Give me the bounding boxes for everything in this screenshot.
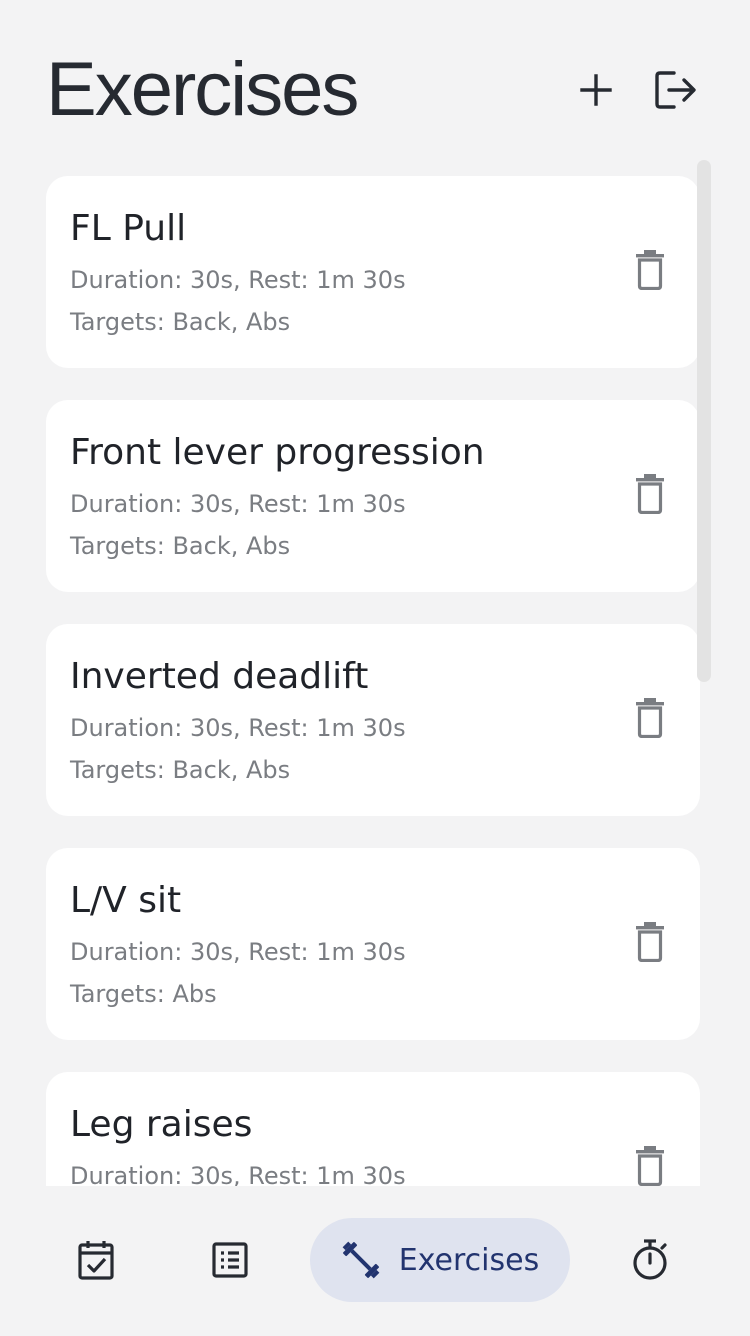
nav-schedule[interactable] [66,1218,126,1302]
exercise-card[interactable]: L/V sit Duration: 30s, Rest: 1m 30s Targ… [46,848,700,1040]
exercise-card[interactable]: Leg raises Duration: 30s, Rest: 1m 30s [46,1072,700,1186]
nav-timer[interactable] [620,1218,680,1302]
dumbbell-icon [342,1241,380,1279]
exercise-name: Front lever progression [70,432,485,473]
exercise-targets: Targets: Back, Abs [70,756,291,784]
exercise-card[interactable]: Inverted deadlift Duration: 30s, Rest: 1… [46,624,700,816]
timer-icon [633,1239,667,1280]
exercise-name: L/V sit [70,880,182,921]
exercise-targets: Targets: Back, Abs [70,532,291,560]
exercise-name: Inverted deadlift [70,656,369,697]
delete-exercise-button[interactable] [620,912,680,972]
exercise-name: Leg raises [70,1104,253,1145]
exercise-duration-rest: Duration: 30s, Rest: 1m 30s [70,490,406,518]
add-exercise-button[interactable] [568,62,624,118]
exercise-duration-rest: Duration: 30s, Rest: 1m 30s [70,1162,406,1186]
logout-button[interactable] [648,62,704,118]
delete-exercise-button[interactable] [620,464,680,524]
list-icon [212,1242,248,1278]
scrollbar[interactable] [697,160,711,682]
delete-exercise-button[interactable] [620,688,680,748]
exercise-list[interactable]: FL Pull Duration: 30s, Rest: 1m 30s Targ… [0,160,750,1186]
nav-plans[interactable] [200,1218,260,1302]
exercise-duration-rest: Duration: 30s, Rest: 1m 30s [70,714,406,742]
exercise-targets: Targets: Abs [70,980,217,1008]
bottom-navigation: Exercises [0,1186,750,1336]
trash-icon [636,250,664,290]
page-title: Exercises [46,47,359,132]
exercise-targets: Targets: Back, Abs [70,308,291,336]
exercise-duration-rest: Duration: 30s, Rest: 1m 30s [70,938,406,966]
trash-icon [636,922,664,962]
nav-exercises-label: Exercises [398,1242,540,1278]
exercise-name: FL Pull [70,208,187,249]
plus-icon [580,74,612,106]
trash-icon [636,1146,664,1186]
exercise-card[interactable]: FL Pull Duration: 30s, Rest: 1m 30s Targ… [46,176,700,368]
delete-exercise-button[interactable] [620,1136,680,1186]
logout-icon [655,71,696,109]
calendar-check-icon [78,1241,114,1280]
app-header: Exercises [0,0,750,160]
exercise-card[interactable]: Front lever progression Duration: 30s, R… [46,400,700,592]
exercise-duration-rest: Duration: 30s, Rest: 1m 30s [70,266,406,294]
delete-exercise-button[interactable] [620,240,680,300]
nav-exercises[interactable]: Exercises [310,1218,570,1302]
trash-icon [636,698,664,738]
trash-icon [636,474,664,514]
